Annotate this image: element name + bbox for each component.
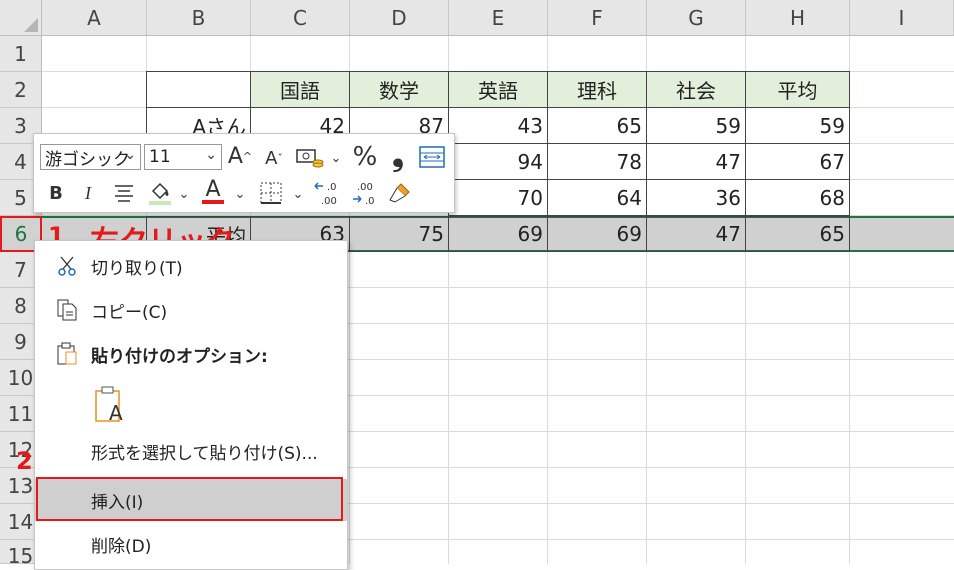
font-color-icon[interactable]: A: [200, 178, 226, 206]
table-cell[interactable]: 36: [646, 179, 746, 216]
font-size-select[interactable]: 11 ⌄: [144, 144, 222, 170]
borders-icon[interactable]: [258, 180, 284, 206]
svg-text:.00: .00: [357, 182, 373, 193]
table-cell[interactable]: 43: [448, 107, 548, 144]
menu-item-copy[interactable]: コピー(C): [35, 291, 347, 329]
font-name-select[interactable]: 游ゴシック ⌄: [40, 144, 141, 170]
decrease-decimal-icon[interactable]: .00.0: [350, 178, 384, 208]
svg-text:.0: .0: [327, 182, 337, 193]
table-header-cell[interactable]: 理科: [547, 71, 647, 108]
chevron-down-icon[interactable]: ⌄: [292, 182, 304, 206]
column-header-i[interactable]: I: [850, 0, 954, 36]
chevron-down-icon: ⌄: [124, 147, 136, 163]
column-header-g[interactable]: G: [647, 0, 746, 36]
accounting-format-icon[interactable]: [294, 144, 326, 172]
menu-item-label: 切り取り(T): [91, 258, 183, 279]
wrap-text-icon[interactable]: [418, 144, 446, 170]
table-cell[interactable]: 75: [349, 216, 449, 252]
paste-icon-letter: A: [109, 401, 123, 425]
table-cell[interactable]: 68: [745, 179, 850, 216]
table-cell[interactable]: 70: [448, 179, 548, 216]
table-cell[interactable]: 47: [646, 143, 746, 180]
table-header-cell[interactable]: 英語: [448, 71, 548, 108]
row-header-2[interactable]: 2: [0, 72, 42, 108]
font-name-value: 游ゴシック: [45, 149, 130, 170]
column-header-c[interactable]: C: [251, 0, 350, 36]
table-cell[interactable]: 47: [646, 216, 746, 252]
table-cell[interactable]: 69: [547, 216, 647, 252]
column-header-h[interactable]: H: [746, 0, 850, 36]
table-cell[interactable]: 65: [547, 107, 647, 144]
menu-section-label: 貼り付けのオプション:: [91, 346, 268, 367]
fill-color-icon[interactable]: [146, 178, 174, 206]
chevron-down-icon[interactable]: ⌄: [330, 146, 342, 170]
align-center-icon[interactable]: [112, 180, 136, 206]
table-cell[interactable]: 64: [547, 179, 647, 216]
table-cell[interactable]: 67: [745, 143, 850, 180]
increase-decimal-icon[interactable]: .0.00: [312, 178, 346, 208]
bold-icon[interactable]: B: [48, 180, 64, 206]
increase-font-icon[interactable]: A ^: [228, 142, 252, 170]
table-cell[interactable]: 78: [547, 143, 647, 180]
copy-icon: [55, 298, 79, 322]
menu-item-cut[interactable]: 切り取り(T): [35, 247, 347, 285]
table-header-cell[interactable]: 平均: [745, 71, 850, 108]
table-header-cell[interactable]: 国語: [250, 71, 350, 108]
table-header-cell[interactable]: 数学: [349, 71, 449, 108]
column-header-f[interactable]: F: [548, 0, 647, 36]
column-header-b[interactable]: B: [147, 0, 251, 36]
menu-section-paste-options: 貼り付けのオプション:: [35, 335, 347, 373]
menu-item-label: コピー(C): [91, 302, 168, 323]
table-cell[interactable]: 94: [448, 143, 548, 180]
italic-icon[interactable]: I: [80, 180, 96, 206]
menu-item-delete[interactable]: 削除(D): [35, 525, 347, 563]
percent-icon[interactable]: %: [352, 142, 378, 172]
cell-b2[interactable]: [146, 71, 251, 108]
chevron-down-icon: ⌄: [205, 147, 217, 163]
table-cell[interactable]: 69: [448, 216, 548, 252]
menu-item-label: 削除(D): [91, 536, 152, 557]
mini-toolbar: 游ゴシック ⌄ 11 ⌄ A ^ Aˇ ⌄ % ❟ B I ⌄ A ⌄ ⌄ .0.…: [33, 133, 455, 213]
chevron-down-icon[interactable]: ⌄: [178, 182, 190, 206]
table-cell[interactable]: 65: [745, 216, 850, 252]
chevron-down-icon[interactable]: ⌄: [234, 182, 246, 206]
paste-keep-format-icon[interactable]: A: [93, 385, 127, 425]
scissors-icon: [55, 254, 79, 278]
table-cell[interactable]: 59: [745, 107, 850, 144]
step-2-number: 2: [16, 447, 33, 475]
select-all-corner[interactable]: [0, 0, 42, 36]
column-header-a[interactable]: A: [42, 0, 147, 36]
column-header-e[interactable]: E: [449, 0, 548, 36]
table-cell[interactable]: 59: [646, 107, 746, 144]
clipboard-icon: [55, 342, 79, 366]
comma-icon[interactable]: ❟: [388, 138, 408, 173]
format-painter-icon[interactable]: [386, 178, 414, 208]
menu-item-paste-special[interactable]: 形式を選択して貼り付け(S)...: [35, 432, 347, 470]
row-header-1[interactable]: 1: [0, 36, 42, 72]
svg-text:.0: .0: [365, 196, 375, 207]
font-color-letter: A: [205, 177, 221, 202]
column-header-d[interactable]: D: [350, 0, 449, 36]
insert-highlight-box: [36, 477, 343, 521]
table-header-cell[interactable]: 社会: [646, 71, 746, 108]
decrease-font-icon[interactable]: Aˇ: [262, 144, 286, 172]
svg-text:.00: .00: [321, 196, 337, 207]
menu-item-label: 形式を選択して貼り付け(S)...: [91, 443, 318, 464]
font-size-value: 11: [149, 147, 171, 167]
